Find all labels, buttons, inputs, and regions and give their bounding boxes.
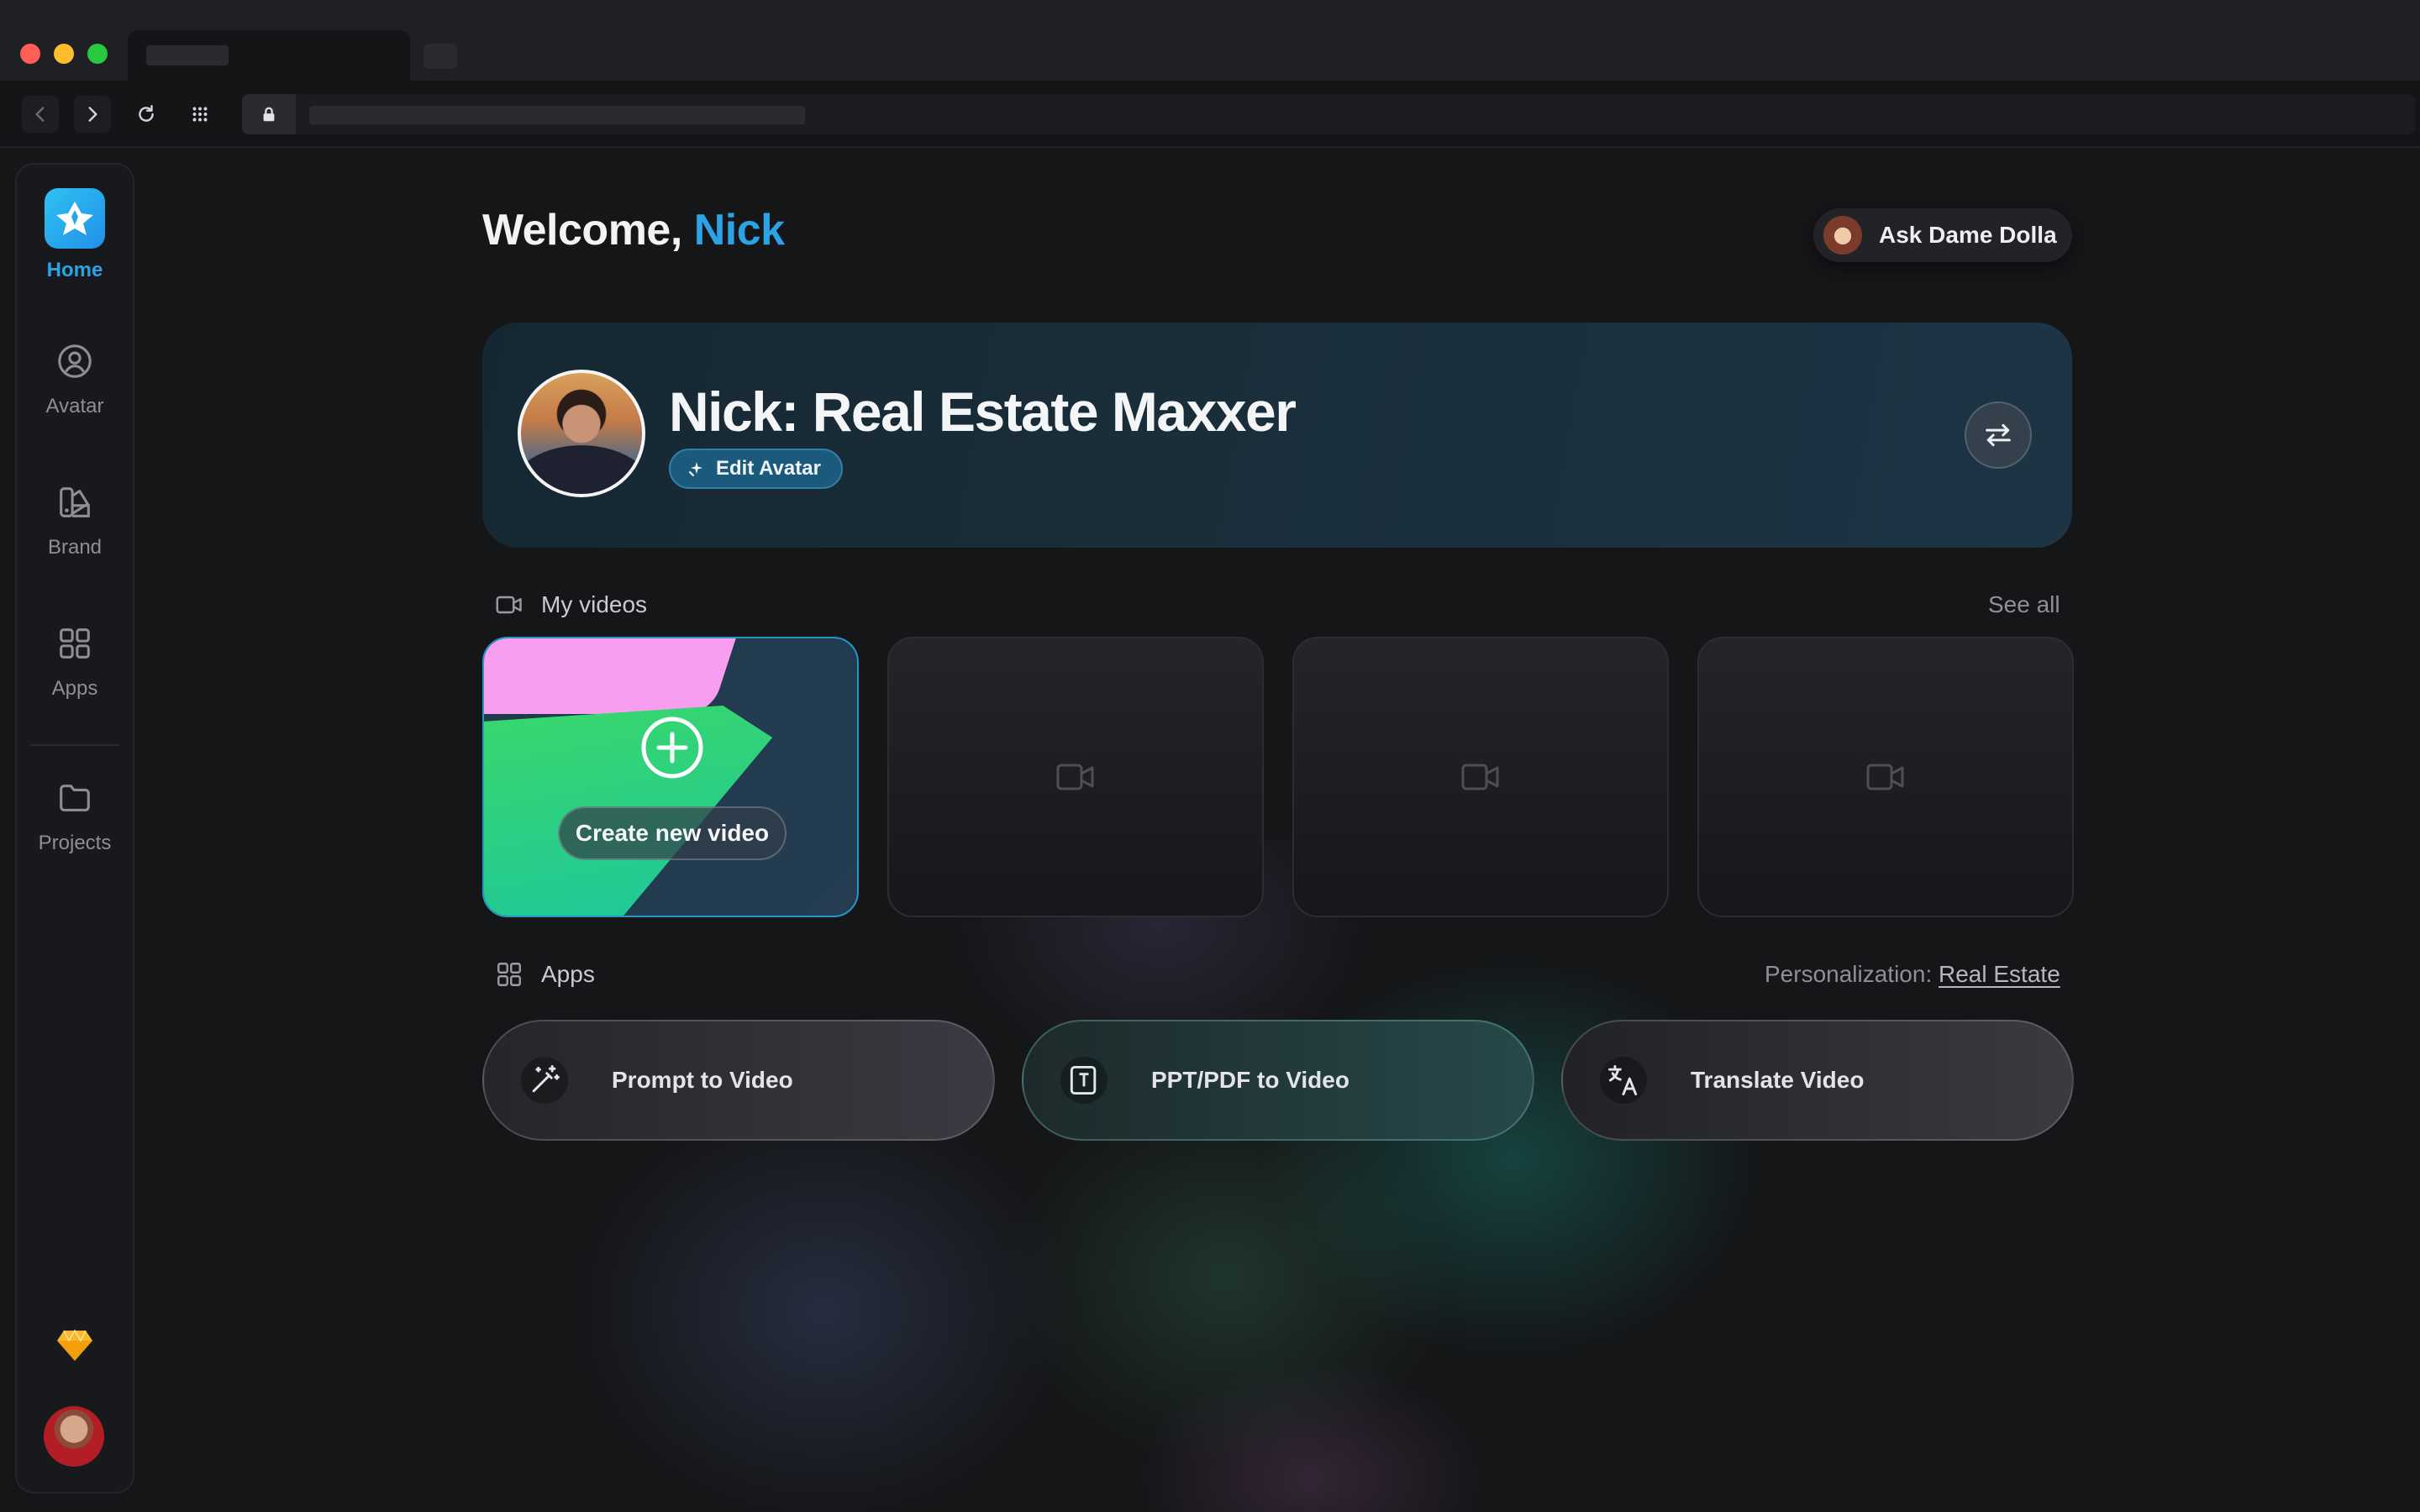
user-circle-icon bbox=[58, 344, 92, 378]
app-ppt-pdf-to-video[interactable]: PPT/PDF to Video bbox=[1022, 1020, 1534, 1141]
left-sidebar: Home Avatar Brand Apps Projects bbox=[15, 163, 134, 1494]
sidebar-item-label: Avatar bbox=[45, 395, 104, 417]
app-label: Prompt to Video bbox=[612, 1067, 793, 1093]
swap-arrows-icon bbox=[1986, 423, 2011, 447]
apps-heading: Apps bbox=[494, 959, 595, 990]
avatar-title: Nick: Real Estate Maxxer bbox=[669, 381, 1297, 443]
sidebar-item-label: Projects bbox=[38, 832, 112, 854]
lock-button[interactable] bbox=[242, 94, 296, 134]
app-logo-icon bbox=[45, 188, 105, 249]
sidebar-divider bbox=[30, 744, 119, 746]
welcome-user-name: Nick bbox=[693, 206, 785, 255]
sidebar-item-avatar[interactable]: Avatar bbox=[17, 338, 133, 418]
edit-avatar-button[interactable]: Edit Avatar bbox=[669, 449, 843, 489]
tab-title-placeholder bbox=[146, 45, 229, 66]
browser-toolbar bbox=[0, 81, 2420, 148]
welcome-prefix: Welcome, bbox=[482, 206, 682, 255]
sidebar-item-home[interactable]: Home bbox=[17, 188, 133, 282]
assistant-avatar bbox=[1823, 216, 1862, 255]
sidebar-item-projects[interactable]: Projects bbox=[17, 774, 133, 855]
background-glow bbox=[471, 840, 2151, 1512]
plus-circle-icon bbox=[641, 717, 703, 779]
reload-button[interactable] bbox=[128, 96, 165, 133]
back-button[interactable] bbox=[22, 96, 59, 133]
switch-avatar-button[interactable] bbox=[1965, 402, 2032, 469]
video-camera-icon bbox=[1461, 764, 1499, 790]
video-camera-icon bbox=[1866, 764, 1904, 790]
apps-grid-button[interactable] bbox=[182, 96, 218, 133]
magic-wand-icon bbox=[532, 1065, 560, 1093]
edit-avatar-label: Edit Avatar bbox=[716, 457, 821, 480]
dots-grid-icon bbox=[192, 107, 208, 122]
diamond-gem-icon[interactable] bbox=[55, 1329, 94, 1362]
app-label: Translate Video bbox=[1691, 1067, 1865, 1093]
folder-icon bbox=[60, 785, 90, 811]
personalization-setting: Personalization: Real Estate bbox=[1765, 961, 2060, 988]
sidebar-item-brand[interactable]: Brand bbox=[17, 479, 133, 559]
palette-swatch-icon bbox=[60, 487, 90, 517]
decorative-pink-shape bbox=[484, 638, 744, 714]
window-close-button[interactable] bbox=[20, 44, 40, 64]
app-prompt-to-video[interactable]: Prompt to Video bbox=[482, 1020, 995, 1141]
new-tab-button[interactable] bbox=[424, 44, 457, 69]
grid-icon bbox=[497, 963, 521, 986]
address-bar[interactable] bbox=[242, 94, 2415, 134]
my-videos-title: My videos bbox=[541, 591, 648, 617]
translate-icon bbox=[1608, 1065, 1638, 1095]
video-placeholder-card[interactable] bbox=[1292, 637, 1669, 917]
app-label: PPT/PDF to Video bbox=[1151, 1067, 1349, 1093]
welcome-heading: Welcome, Nick bbox=[482, 205, 785, 255]
lock-icon bbox=[263, 107, 275, 122]
apps-title: Apps bbox=[541, 961, 595, 987]
current-avatar-card: Nick: Real Estate Maxxer Edit Avatar bbox=[482, 323, 2072, 548]
sparkle-icon bbox=[689, 462, 702, 476]
forward-button[interactable] bbox=[74, 96, 111, 133]
user-profile-avatar[interactable] bbox=[44, 1406, 104, 1467]
url-placeholder bbox=[309, 106, 805, 124]
sidebar-item-apps[interactable]: Apps bbox=[17, 620, 133, 701]
window-maximize-button[interactable] bbox=[87, 44, 108, 64]
sidebar-item-label: Apps bbox=[51, 677, 98, 700]
document-text-icon bbox=[1070, 1065, 1097, 1095]
ask-assistant-button[interactable]: Ask Dame Dolla bbox=[1813, 208, 2072, 262]
video-camera-icon bbox=[496, 596, 522, 614]
avatar-photo[interactable] bbox=[518, 370, 645, 497]
personalization-value-link[interactable]: Real Estate bbox=[1939, 961, 2060, 987]
create-new-video-button[interactable]: Create new video bbox=[558, 806, 786, 860]
browser-tab-bar bbox=[0, 0, 2420, 81]
grid-icon bbox=[60, 628, 90, 659]
create-new-video-card[interactable]: Create new video bbox=[482, 637, 859, 917]
window-minimize-button[interactable] bbox=[54, 44, 74, 64]
app-translate-video[interactable]: Translate Video bbox=[1561, 1020, 2074, 1141]
ask-assistant-label: Ask Dame Dolla bbox=[1879, 222, 2057, 248]
video-placeholder-card[interactable] bbox=[1697, 637, 2074, 917]
see-all-videos-link[interactable]: See all bbox=[1988, 591, 2060, 618]
sidebar-item-label: Home bbox=[46, 259, 103, 281]
my-videos-heading: My videos bbox=[494, 590, 647, 620]
video-camera-icon bbox=[1056, 764, 1094, 790]
browser-tab[interactable] bbox=[128, 30, 410, 81]
chevron-left-icon bbox=[35, 107, 45, 122]
personalization-label: Personalization: bbox=[1765, 961, 1933, 987]
reload-icon bbox=[139, 105, 154, 122]
chevron-right-icon bbox=[88, 107, 97, 122]
video-placeholder-card[interactable] bbox=[887, 637, 1264, 917]
sidebar-item-label: Brand bbox=[47, 536, 103, 559]
